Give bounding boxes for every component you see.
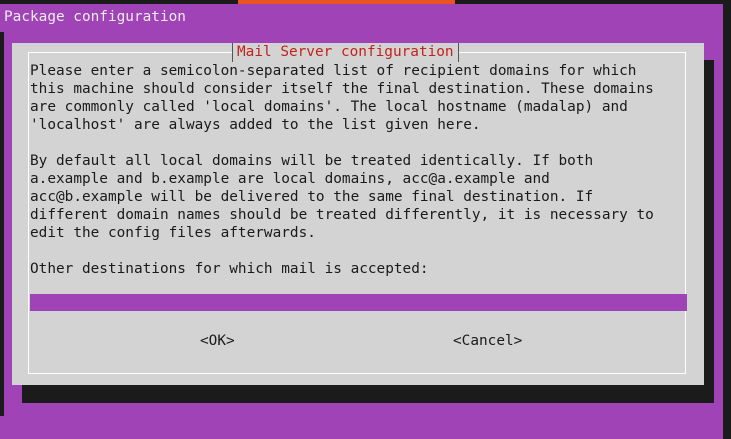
description-paragraph-1: Please enter a semicolon-separated list …: [30, 62, 690, 134]
dialog-title: Mail Server configuration: [232, 43, 459, 62]
destinations-input[interactable]: [30, 294, 687, 311]
description-line: Please enter a semicolon-separated list …: [30, 63, 637, 79]
package-configuration-title: Package configuration: [0, 4, 723, 32]
cancel-button[interactable]: <Cancel>: [453, 332, 522, 350]
destinations-prompt: Other destinations for which mail is acc…: [30, 261, 429, 277]
ok-button[interactable]: <OK>: [200, 332, 235, 350]
description-paragraph-2: By default all local domains will be tre…: [30, 152, 690, 242]
description-line: acc@b.example will be delivered to the s…: [30, 189, 594, 205]
description-line: 'localhost' are always added to the list…: [30, 117, 481, 133]
description-line: a.example and b.example are local domain…: [30, 171, 550, 187]
mail-server-dialog: Mail Server configuration Please enter a…: [12, 43, 704, 385]
description-line: edit the config files afterwards.: [30, 225, 316, 241]
description-line: are commonly called 'local domains'. The…: [30, 99, 628, 115]
terminal-left-edge: [0, 32, 4, 416]
description-line: this machine should consider itself the …: [30, 81, 654, 97]
description-line: different domain names should be treated…: [30, 207, 654, 223]
description-line: By default all local domains will be tre…: [30, 153, 594, 169]
